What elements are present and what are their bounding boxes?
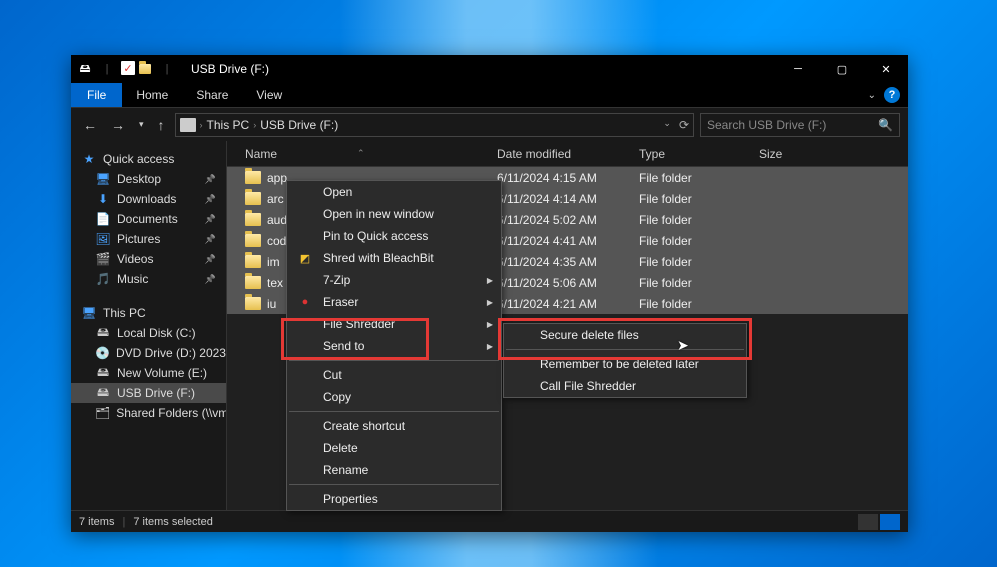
cm-open-new-window[interactable]: Open in new window xyxy=(287,203,501,225)
titlebar: 🖴 | ✓ | USB Drive (F:) ─ ▢ ✕ xyxy=(71,55,908,83)
column-name[interactable]: Name⌃ xyxy=(227,147,487,161)
sidebar-item-videos[interactable]: 🎬Videos xyxy=(71,249,226,269)
breadcrumb-thispc[interactable]: This PC xyxy=(207,118,250,132)
cm-send-to[interactable]: Send to xyxy=(287,335,501,357)
sm-remember-later[interactable]: Remember to be deleted later xyxy=(504,353,746,375)
column-headers: Name⌃ Date modified Type Size xyxy=(227,141,908,167)
music-icon: 🎵 xyxy=(95,272,111,286)
view-large-button[interactable] xyxy=(880,514,900,530)
qat-folder-icon[interactable] xyxy=(137,61,153,77)
cm-cut[interactable]: Cut xyxy=(287,364,501,386)
cm-rename[interactable]: Rename xyxy=(287,459,501,481)
cm-bleachbit[interactable]: ◩Shred with BleachBit xyxy=(287,247,501,269)
sidebar-item-music[interactable]: 🎵Music xyxy=(71,269,226,289)
nav-up-icon[interactable]: ↑ xyxy=(154,115,169,135)
sidebar-item-drive[interactable]: 🗂Shared Folders (\\vm xyxy=(71,403,226,423)
context-submenu: Secure delete files Remember to be delet… xyxy=(503,323,747,398)
tab-file[interactable]: File xyxy=(71,83,122,107)
nav-toolbar: ← → ▾ ↑ › This PC › USB Drive (F:) ⌄ ⟳ S… xyxy=(71,107,908,141)
nav-dropdown-icon[interactable]: ▾ xyxy=(135,117,148,132)
status-items: 7 items xyxy=(79,516,114,528)
search-icon[interactable]: 🔍 xyxy=(878,118,893,132)
eraser-icon: ● xyxy=(297,294,313,310)
sidebar-item-desktop[interactable]: 🖥Desktop xyxy=(71,169,226,189)
breadcrumb-drive[interactable]: USB Drive (F:) xyxy=(260,118,338,132)
sidebar-item-drive[interactable]: 💿DVD Drive (D:) 2023 xyxy=(71,343,226,363)
column-size[interactable]: Size xyxy=(749,147,829,161)
disk-icon: 🖴 xyxy=(95,366,111,380)
dvd-icon: 💿 xyxy=(95,346,110,360)
sidebar-item-drive[interactable]: 🖴USB Drive (F:) xyxy=(71,383,226,403)
sidebar-item-drive[interactable]: 🖴New Volume (E:) xyxy=(71,363,226,383)
window-title: USB Drive (F:) xyxy=(191,62,269,76)
cm-delete[interactable]: Delete xyxy=(287,437,501,459)
help-icon[interactable]: ? xyxy=(884,87,900,103)
minimize-button[interactable]: ─ xyxy=(776,55,820,83)
folder-icon xyxy=(245,255,261,268)
disk-icon: 🖴 xyxy=(95,386,111,400)
sidebar-item-downloads[interactable]: ⬇Downloads xyxy=(71,189,226,209)
tab-home[interactable]: Home xyxy=(122,84,182,106)
downloads-icon: ⬇ xyxy=(95,192,111,206)
context-menu: Open Open in new window Pin to Quick acc… xyxy=(286,180,502,511)
net-icon: 🗂 xyxy=(95,406,110,420)
folder-icon xyxy=(245,213,261,226)
ribbon-collapse-icon[interactable]: ⌄ xyxy=(868,90,876,101)
status-selected: 7 items selected xyxy=(133,516,212,528)
folder-icon xyxy=(245,297,261,310)
sm-secure-delete[interactable]: Secure delete files xyxy=(504,324,746,346)
tab-share[interactable]: Share xyxy=(182,84,242,106)
qat-check-icon[interactable]: ✓ xyxy=(121,61,135,75)
star-icon: ★ xyxy=(81,152,97,166)
sidebar-item-pictures[interactable]: 🖼Pictures xyxy=(71,229,226,249)
folder-icon xyxy=(245,192,261,205)
bleachbit-icon: ◩ xyxy=(297,250,313,266)
sidebar-quick-access[interactable]: ★ Quick access xyxy=(71,149,226,169)
drive-icon: 🖴 xyxy=(77,61,93,77)
breadcrumb-drive-icon xyxy=(180,118,196,132)
pictures-icon: 🖼 xyxy=(95,232,111,246)
cm-copy[interactable]: Copy xyxy=(287,386,501,408)
cm-open[interactable]: Open xyxy=(287,181,501,203)
refresh-icon[interactable]: ⟳ xyxy=(679,118,689,132)
cm-eraser[interactable]: ●Eraser xyxy=(287,291,501,313)
column-type[interactable]: Type xyxy=(629,147,749,161)
cm-7zip[interactable]: 7-Zip xyxy=(287,269,501,291)
close-button[interactable]: ✕ xyxy=(864,55,908,83)
sidebar-item-documents[interactable]: 📄Documents xyxy=(71,209,226,229)
column-date[interactable]: Date modified xyxy=(487,147,629,161)
folder-icon xyxy=(245,171,261,184)
disk-icon: 🖴 xyxy=(95,326,111,340)
cm-file-shredder[interactable]: File Shredder xyxy=(287,313,501,335)
videos-icon: 🎬 xyxy=(95,252,111,266)
sidebar-this-pc[interactable]: 🖥 This PC xyxy=(71,303,226,323)
cm-create-shortcut[interactable]: Create shortcut xyxy=(287,415,501,437)
folder-icon xyxy=(245,234,261,247)
statusbar: 7 items | 7 items selected xyxy=(71,510,908,532)
search-placeholder: Search USB Drive (F:) xyxy=(707,118,826,132)
search-input[interactable]: Search USB Drive (F:) 🔍 xyxy=(700,113,900,137)
view-details-button[interactable] xyxy=(858,514,878,530)
cm-properties[interactable]: Properties xyxy=(287,488,501,510)
maximize-button[interactable]: ▢ xyxy=(820,55,864,83)
breadcrumb[interactable]: › This PC › USB Drive (F:) ⌄ ⟳ xyxy=(175,113,694,137)
breadcrumb-dropdown-icon[interactable]: ⌄ xyxy=(663,118,671,132)
folder-icon xyxy=(245,276,261,289)
ribbon: File Home Share View ⌄ ? xyxy=(71,83,908,107)
sm-call-shredder[interactable]: Call File Shredder xyxy=(504,375,746,397)
navigation-pane: ★ Quick access 🖥Desktop⬇Downloads📄Docume… xyxy=(71,141,227,510)
documents-icon: 📄 xyxy=(95,212,111,226)
tab-view[interactable]: View xyxy=(242,84,296,106)
nav-back-icon[interactable]: ← xyxy=(79,115,101,135)
sidebar-item-drive[interactable]: 🖴Local Disk (C:) xyxy=(71,323,226,343)
cm-pin-quick-access[interactable]: Pin to Quick access xyxy=(287,225,501,247)
nav-forward-icon[interactable]: → xyxy=(107,115,129,135)
pc-icon: 🖥 xyxy=(81,306,97,320)
desktop-icon: 🖥 xyxy=(95,172,111,186)
